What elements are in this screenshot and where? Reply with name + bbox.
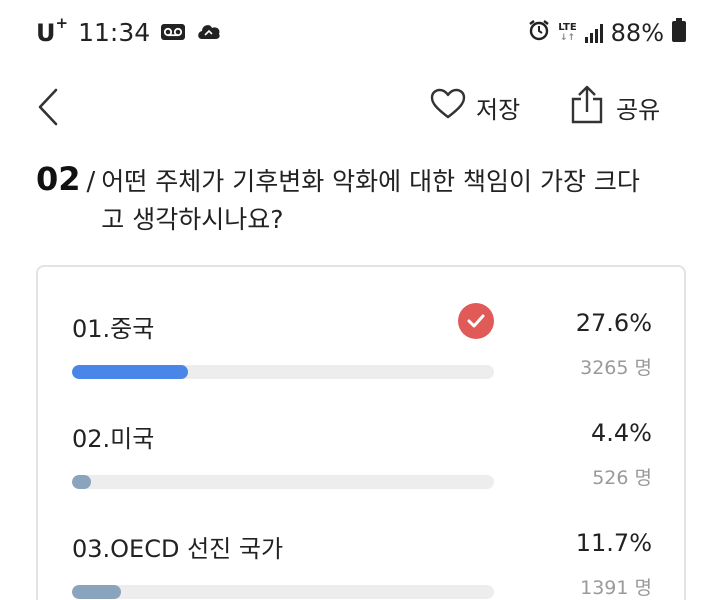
share-label: 공유: [616, 95, 661, 124]
progress-fill: [72, 365, 189, 379]
save-button[interactable]: 저장: [430, 88, 520, 126]
carrier-name: U+: [36, 14, 69, 47]
poll-option-2[interactable]: 02.미국 4.4% 526 명: [72, 419, 652, 509]
option-label: 03.OECD 선진 국가: [72, 535, 284, 563]
back-icon: [38, 88, 58, 126]
battery-level: 88%: [610, 19, 664, 47]
progress-fill: [72, 475, 91, 489]
lte-indicator: LTE ↓↑: [558, 22, 577, 44]
option-percent: 11.7%: [575, 529, 652, 557]
poll-results-card: 01.중국 27.6% 3265 명 02.미국 4.4% 526 명 03.O…: [36, 265, 686, 600]
progress-track: [72, 585, 494, 599]
option-percent: 4.4%: [591, 419, 652, 447]
save-label: 저장: [476, 95, 521, 124]
question-number: 02: [36, 160, 81, 198]
option-label: 01.중국: [72, 315, 155, 343]
check-icon: [458, 303, 494, 339]
top-nav: 저장 공유: [0, 78, 720, 138]
progress-track: [72, 475, 494, 489]
share-button[interactable]: 공유: [570, 84, 660, 130]
question-separator: /: [86, 167, 96, 197]
option-count: 526 명: [592, 467, 652, 489]
option-label: 02.미국: [72, 425, 155, 453]
alarm-icon: [528, 19, 550, 47]
share-icon: [570, 84, 604, 130]
status-bar: U+ 11:34 LTE ↓↑ 88%: [0, 0, 720, 70]
status-right: LTE ↓↑ 88%: [528, 18, 686, 48]
progress-track: [72, 365, 494, 379]
battery-icon: [672, 18, 686, 48]
progress-fill: [72, 585, 122, 599]
poll-option-3[interactable]: 03.OECD 선진 국가 11.7% 1391 명: [72, 529, 652, 600]
signal-icon: [584, 23, 603, 43]
status-left: U+ 11:34: [36, 14, 222, 47]
cloud-icon: [196, 18, 222, 47]
option-count: 3265 명: [580, 357, 652, 379]
question-text: 어떤 주체가 기후변화 악화에 대한 책임이 가장 크다고 생각하시나요?: [101, 167, 640, 234]
option-count: 1391 명: [580, 577, 652, 599]
question-header: 02 / 어떤 주체가 기후변화 악화에 대한 책임이 가장 크다고 생각하시나…: [36, 160, 676, 239]
option-percent: 27.6%: [575, 309, 652, 337]
poll-option-1[interactable]: 01.중국 27.6% 3265 명: [72, 303, 652, 399]
status-time: 11:34: [78, 18, 151, 47]
back-button[interactable]: [30, 84, 70, 130]
voicemail-icon: [160, 18, 186, 47]
heart-icon: [430, 88, 466, 126]
